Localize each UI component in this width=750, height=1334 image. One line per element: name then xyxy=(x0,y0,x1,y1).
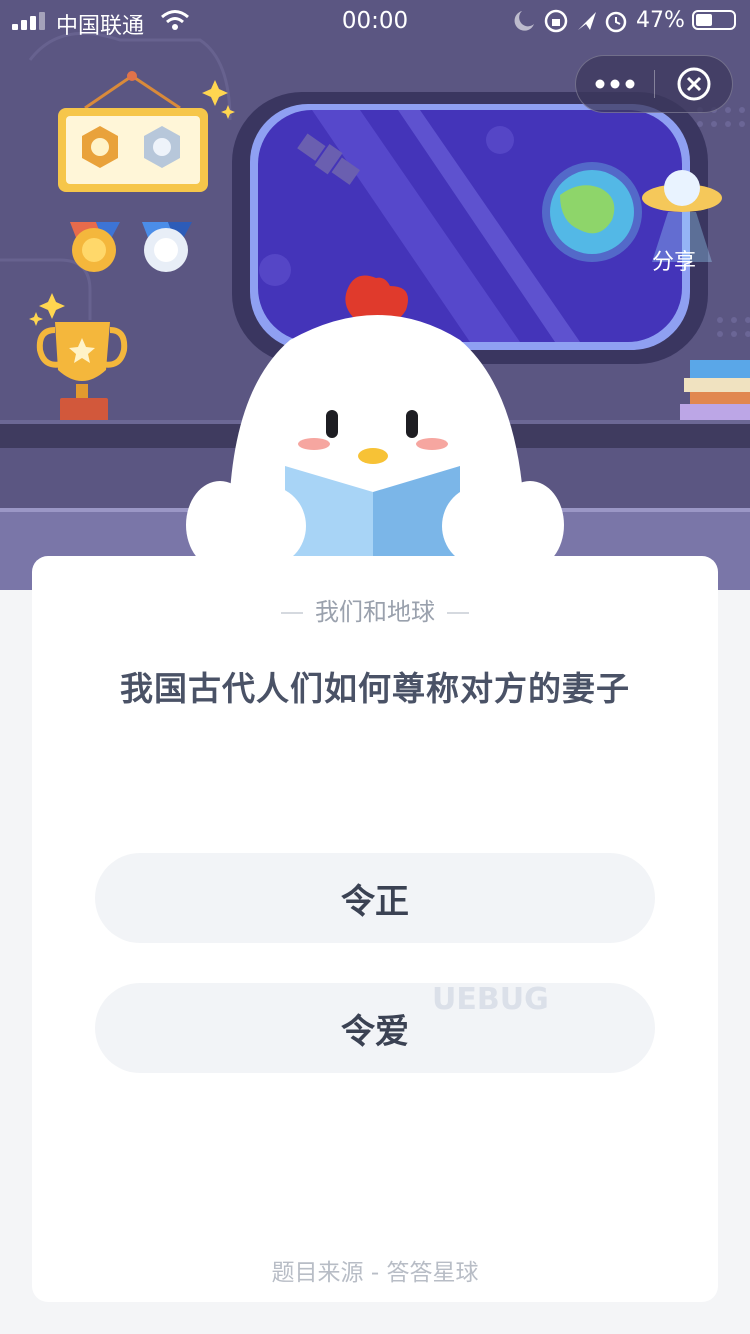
answer-option-label: 令正 xyxy=(341,881,409,922)
question-source: 题目来源 - 答答星球 xyxy=(271,1260,479,1286)
share-button[interactable]: 分享 xyxy=(652,244,696,276)
question-text: 我国古代人们如何尊称对方的妻子 xyxy=(120,669,630,708)
moon-icon xyxy=(514,11,534,31)
category-dash-right xyxy=(447,612,469,614)
close-button[interactable] xyxy=(656,56,732,112)
miniprogram-capsule xyxy=(575,55,733,113)
answer-option-1[interactable]: 令正 xyxy=(95,853,655,943)
mascot-chicken xyxy=(186,275,564,570)
status-icons xyxy=(514,9,627,33)
more-button[interactable] xyxy=(576,56,654,112)
battery-icon xyxy=(692,10,736,30)
close-icon xyxy=(677,67,711,101)
battery-percent: 47% xyxy=(636,8,685,33)
location-icon xyxy=(578,12,596,30)
category-text: 我们和地球 xyxy=(315,598,435,626)
category-dash-left xyxy=(281,612,303,614)
watermark: UEBUG xyxy=(432,982,549,1017)
answer-option-label: 令爱 xyxy=(341,1011,409,1052)
status-bar: 中国联通 00:00 47% xyxy=(0,0,750,42)
more-icon xyxy=(595,79,635,89)
question-card: 我们和地球 我国古代人们如何尊称对方的妻子 令正 令爱 UEBUG 题目来源 -… xyxy=(32,556,718,1302)
category-label: 我们和地球 xyxy=(32,592,718,627)
capsule-divider xyxy=(654,70,655,98)
answer-option-2[interactable]: 令爱 xyxy=(95,983,655,1073)
